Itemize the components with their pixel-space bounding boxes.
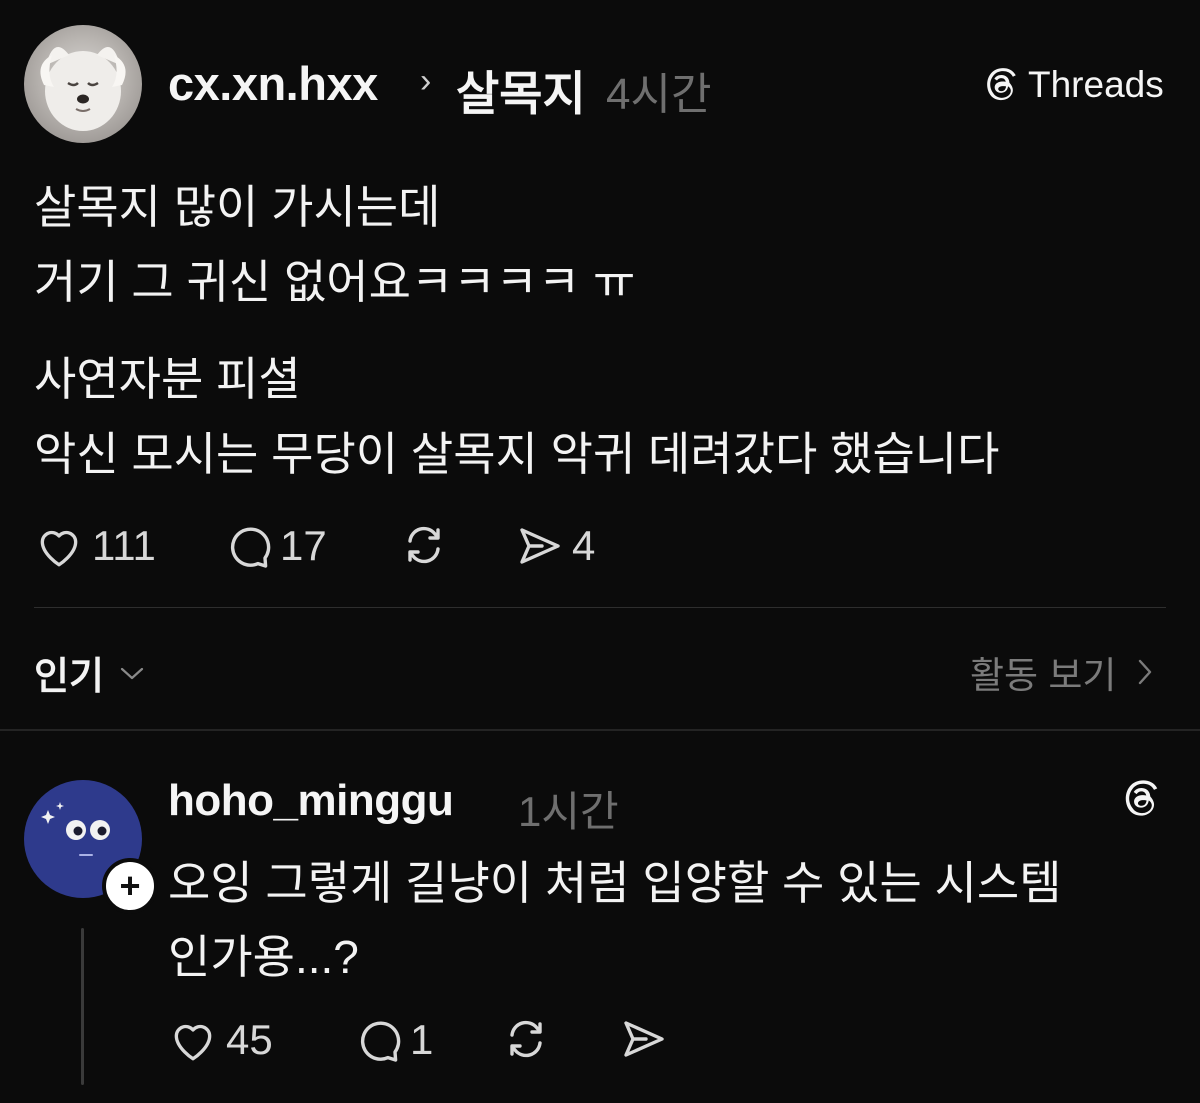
post-text-line-4: 악신 모시는 무당이 살목지 악귀 데려갔다 했습니다 (34, 428, 1000, 480)
chevron-down-icon (120, 667, 144, 679)
reply-timestamp: 1시간 (518, 788, 619, 835)
heart-icon (174, 1024, 212, 1061)
reply-author-username[interactable]: hoho_minggu (168, 776, 454, 826)
share-count: 4 (572, 522, 596, 569)
post-text-line-2: 거기 그 귀신 없어요ㅋㅋㅋㅋ ㅠ (34, 256, 636, 308)
repost-icon (408, 526, 440, 564)
view-activity-label: 활동 보기 (970, 655, 1117, 696)
reply-share-button[interactable] (620, 1016, 668, 1062)
follow-plus-button[interactable]: + (102, 858, 158, 914)
send-icon (624, 1021, 664, 1057)
repost-icon (510, 1020, 542, 1058)
threads-brand-label: Threads (1028, 64, 1164, 105)
threads-logo-icon (1125, 780, 1158, 816)
heart-icon (40, 530, 78, 567)
section-divider (0, 729, 1200, 731)
reply-reply-button[interactable]: 1 (354, 1016, 433, 1064)
sort-label: 인기 (34, 656, 104, 698)
reply-button[interactable]: 17 (224, 522, 327, 570)
reply-repost-button[interactable] (502, 1016, 550, 1062)
post-text-line-3: 사연자분 피셜 (34, 353, 301, 405)
chevron-right-icon: › (420, 62, 432, 100)
send-icon (520, 528, 560, 564)
comment-icon (230, 527, 271, 568)
community-name[interactable]: 살목지 (456, 55, 586, 124)
comment-icon (360, 1021, 401, 1062)
share-button[interactable]: 4 (516, 522, 595, 570)
dog-avatar-icon (40, 47, 126, 131)
author-avatar[interactable] (24, 25, 142, 143)
reply-text-line-2: 인가용...? (168, 931, 359, 983)
post-text-line-1: 살목지 많이 가시는데 (34, 181, 441, 233)
threads-logo-icon (987, 68, 1016, 101)
threads-brand[interactable]: Threads (982, 64, 1164, 106)
reply-text-line-1: 오잉 그렇게 길냥이 처럼 입양할 수 있는 시스템 (168, 857, 1062, 909)
author-username[interactable]: cx.xn.hxx (168, 56, 378, 111)
sort-dropdown[interactable]: 인기 (34, 645, 146, 700)
like-button[interactable]: 111 (34, 522, 156, 570)
post-timestamp: 4시간 (606, 70, 712, 119)
reply-like-button[interactable]: 45 (168, 1016, 273, 1064)
divider (34, 607, 1166, 608)
reply-reply-count: 1 (410, 1016, 434, 1063)
view-activity-link[interactable]: 활동 보기 (970, 645, 1156, 699)
like-count: 111 (92, 522, 156, 569)
chevron-right-icon (1139, 659, 1152, 685)
reply-count: 17 (280, 522, 327, 569)
repost-button[interactable] (400, 522, 448, 568)
reply-like-count: 45 (226, 1016, 273, 1063)
threads-logo-button[interactable] (1120, 777, 1162, 821)
plus-icon: + (119, 865, 141, 906)
thread-connector-line (81, 928, 84, 1085)
